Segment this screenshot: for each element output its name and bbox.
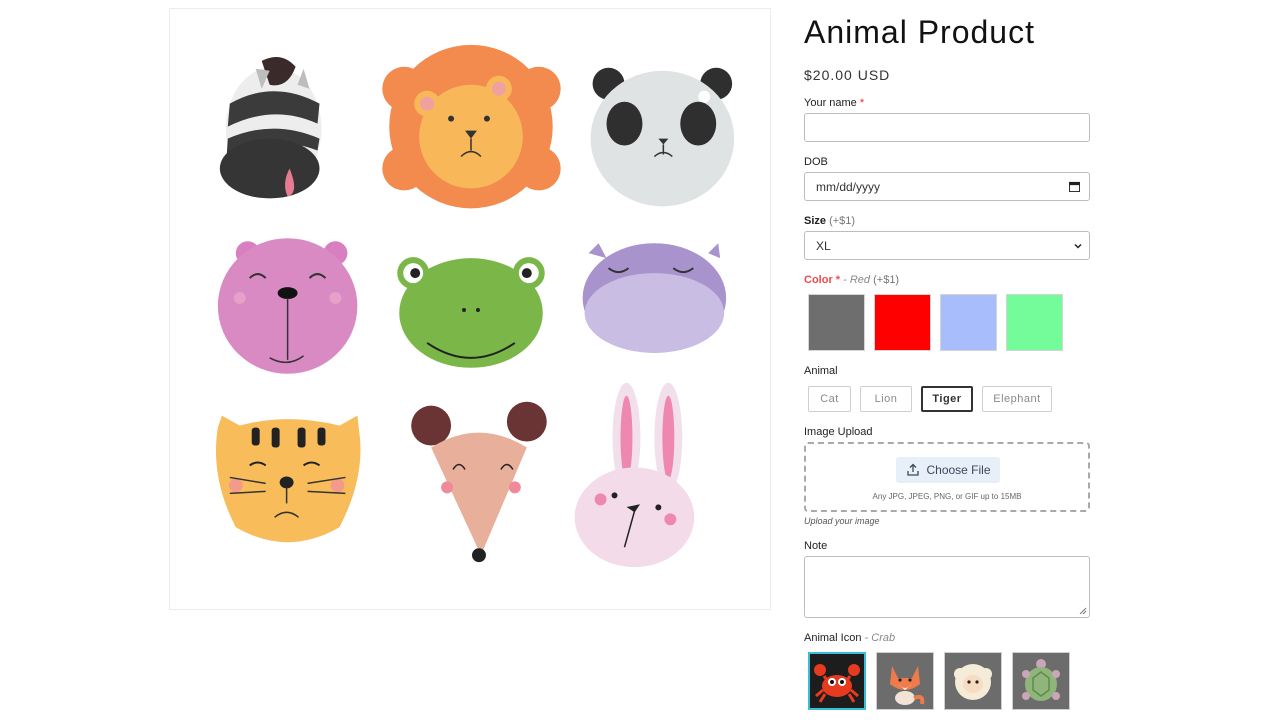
animal-icon-field-group: Animal Icon - Crab [804,631,1090,710]
required-marker: * [859,97,865,109]
animal-icon-option-crab[interactable] [808,652,866,710]
product-info: Animal Product $20.00 USD Your name * DO… [804,0,1090,710]
name-label-text: Your name [804,97,857,109]
animal-icon-label: Animal Icon - Crab [804,631,1090,645]
color-label: Color * - Red (+$1) [804,273,1090,287]
dob-field-group: DOB mm/dd/yyyy [804,155,1090,201]
color-swatch-green[interactable] [1006,294,1063,351]
bear-face [217,238,358,374]
product-title: Animal Product [804,14,1035,50]
name-field-group: Your name * [804,96,1090,142]
choose-file-label: Choose File [926,463,991,477]
tiger-face [215,415,361,543]
note-field-group: Note [804,539,1090,618]
color-label-text: Color [804,274,833,286]
note-textarea[interactable] [804,556,1090,618]
upload-hint: Any JPG, JPEG, PNG, or GIF up to 15MB [872,492,1022,501]
required-marker: * [835,274,841,286]
frog-face [397,257,545,368]
product-price: $20.00 USD [804,67,891,83]
turtle-icon [1022,659,1060,701]
upload-field-group: Image Upload Choose File Any JPG, JPEG, … [804,425,1090,526]
animal-option-cat[interactable]: Cat [808,386,851,412]
color-swatch-blue[interactable] [940,294,997,351]
color-swatches [804,294,1090,351]
note-label: Note [804,540,828,552]
product-image[interactable] [169,8,771,610]
upload-help-text: Upload your image [804,516,880,526]
mouse-face [411,401,547,563]
choose-file-button[interactable]: Choose File [896,457,1000,483]
animal-option-tiger[interactable]: Tiger [921,386,973,412]
animal-icon-options [804,652,1090,710]
fox-icon [890,666,925,705]
rabbit-face [574,382,695,568]
lion-face [382,44,561,209]
calendar-icon[interactable] [1069,181,1080,192]
animal-option-elephant[interactable]: Elephant [982,386,1052,412]
animal-icon-option-sheep[interactable] [944,652,1002,710]
crab-icon [810,654,864,708]
upload-label: Image Upload [804,426,873,438]
size-select[interactable]: XL [804,231,1090,260]
zebra-face [219,56,322,199]
dob-input[interactable]: mm/dd/yyyy [804,172,1090,201]
size-selected-value: XL [816,239,831,253]
upload-icon [907,463,920,476]
size-label-text: Size [804,215,827,227]
resize-grip-icon[interactable] [1079,607,1087,615]
animal-icon-option-turtle[interactable] [1012,652,1070,710]
color-surcharge: (+$1) [873,274,900,286]
chevron-down-icon [1074,243,1082,249]
color-selected-name: - Red [843,274,871,286]
dob-placeholder: mm/dd/yyyy [816,180,881,194]
name-input[interactable] [804,113,1090,142]
animal-icon-label-text: Animal Icon [804,632,862,644]
animal-option-lion[interactable]: Lion [860,386,912,412]
dob-label: DOB [804,156,828,168]
panda-face [590,67,735,207]
hippo-face [582,243,727,356]
animal-field-group: Animal Cat Lion Tiger Elephant [804,364,1090,412]
size-surcharge: (+$1) [829,215,856,227]
size-field-group: Size (+$1) XL [804,214,1090,260]
color-field-group: Color * - Red (+$1) [804,273,1090,351]
color-swatch-gray[interactable] [808,294,865,351]
animal-icon-option-fox[interactable] [876,652,934,710]
animal-options: Cat Lion Tiger Elephant [804,386,1090,412]
animal-faces-illustration [215,44,735,568]
name-label: Your name * [804,96,1090,110]
size-label: Size (+$1) [804,214,1090,228]
color-swatch-red[interactable] [874,294,931,351]
sheep-icon [954,664,992,700]
upload-dropzone[interactable]: Choose File Any JPG, JPEG, PNG, or GIF u… [804,442,1090,512]
animal-icon-selected-name: - Crab [864,632,896,644]
animal-label: Animal [804,365,838,377]
